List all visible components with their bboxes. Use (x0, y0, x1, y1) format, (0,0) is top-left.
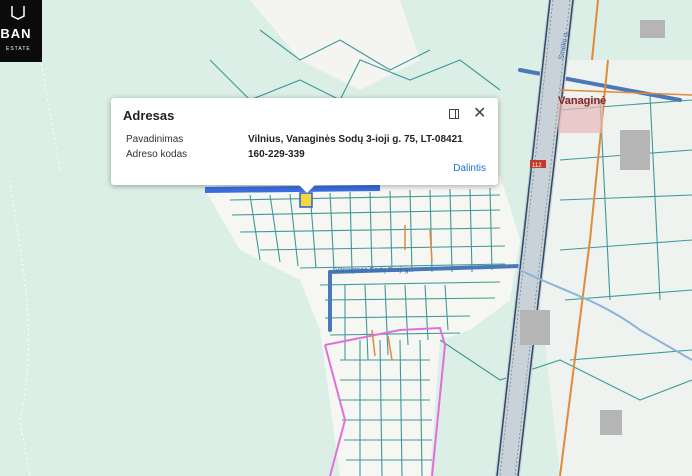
popup-title: Adresas (123, 108, 175, 123)
close-icon[interactable]: ✕ (473, 106, 486, 122)
field-label-name: Pavadinimas (126, 134, 184, 145)
logo-mark-icon (11, 6, 25, 20)
logo-tagline: ESTATE (6, 46, 31, 52)
brand-logo[interactable]: RBAN ESTATE (0, 0, 42, 62)
field-label-code: Adreso kodas (126, 149, 188, 160)
field-value-name: Vilnius, Vanaginės Sodų 3-ioji g. 75, LT… (248, 134, 463, 145)
maximize-icon[interactable] (449, 109, 459, 119)
field-value-code: 160-229-339 (248, 149, 305, 160)
street-label-horizontal: Vanaginės Sodų 3-ioji g. (335, 267, 410, 274)
address-popup: Adresas ✕ Pavadinimas Vilnius, Vanaginės… (111, 98, 498, 193)
district-label: Vanaginė (558, 95, 606, 107)
share-link[interactable]: Dalintis (453, 163, 486, 174)
map-canvas[interactable]: Vanaginė 112 Smėlio g. Vanaginės Sodų 3-… (0, 0, 692, 476)
logo-wordmark: RBAN (0, 26, 32, 41)
route-shield: 112 (532, 163, 542, 169)
